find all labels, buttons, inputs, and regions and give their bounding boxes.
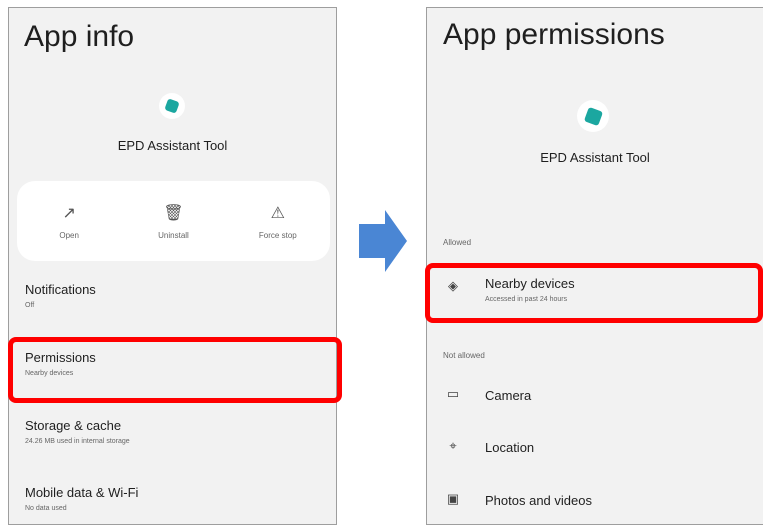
location-icon: ⌖ [449, 438, 457, 453]
photos-videos-title: Photos and videos [485, 493, 592, 508]
open-button[interactable]: ↗ Open [17, 181, 121, 261]
storage-subtitle: 24.26 MB used in internal storage [25, 438, 130, 445]
camera-icon: ▭ [446, 386, 460, 401]
warning-icon: ⚠ [270, 204, 285, 222]
arrow-right-icon [359, 210, 407, 272]
nearby-devices-title: Nearby devices [485, 276, 575, 291]
nearby-devices-icon: ◈ [448, 278, 458, 293]
uninstall-label: Uninstall [158, 230, 189, 240]
app-icon [159, 93, 185, 119]
notifications-subtitle: Off [25, 302, 35, 309]
storage-title: Storage & cache [25, 418, 122, 433]
permission-location[interactable]: ⌖ Location [427, 430, 763, 470]
page-title: App info [24, 20, 135, 53]
mobile-data-title: Mobile data & Wi-Fi [25, 485, 139, 500]
permissions-subtitle: Nearby devices [25, 370, 74, 377]
app-name: EPD Assistant Tool [540, 150, 650, 165]
storage-row[interactable]: Storage & cache 24.26 MB used in interna… [9, 418, 336, 458]
trash-icon: 🗑 [163, 204, 184, 222]
nearby-devices-subtitle: Accessed in past 24 hours [485, 296, 568, 303]
uninstall-button[interactable]: 🗑 Uninstall [121, 181, 225, 261]
camera-title: Camera [485, 388, 532, 403]
not-allowed-section-label: Not allowed [443, 351, 485, 360]
permission-camera[interactable]: ▭ Camera [427, 378, 763, 418]
notifications-row[interactable]: Notifications Off [9, 282, 336, 322]
permission-nearby-devices[interactable]: ◈ Nearby devices Accessed in past 24 hou… [427, 270, 763, 310]
notifications-title: Notifications [25, 282, 96, 297]
mobile-data-subtitle: No data used [25, 505, 67, 512]
app-name: EPD Assistant Tool [117, 138, 228, 153]
location-title: Location [485, 440, 535, 455]
app-permissions-screen: App permissions EPD Assistant Tool Allow… [426, 7, 763, 525]
force-stop-label: Force stop [258, 230, 297, 240]
allowed-section-label: Allowed [443, 238, 472, 247]
permission-photos-videos[interactable]: ▣ Photos and videos [427, 483, 763, 523]
app-info-screen: App info EPD Assistant Tool ↗ Open 🗑 Uni… [8, 7, 337, 525]
mobile-data-row[interactable]: Mobile data & Wi-Fi No data used [9, 485, 336, 524]
force-stop-button[interactable]: ⚠ Force stop [226, 181, 330, 261]
permissions-title: Permissions [25, 350, 96, 365]
app-icon [577, 100, 609, 132]
open-icon: ↗ [62, 204, 76, 222]
photos-icon: ▣ [446, 491, 460, 506]
open-label: Open [59, 230, 79, 240]
permissions-row[interactable]: Permissions Nearby devices [9, 350, 336, 390]
action-bar: ↗ Open 🗑 Uninstall ⚠ Force stop [17, 181, 330, 261]
page-title: App permissions [443, 18, 665, 51]
